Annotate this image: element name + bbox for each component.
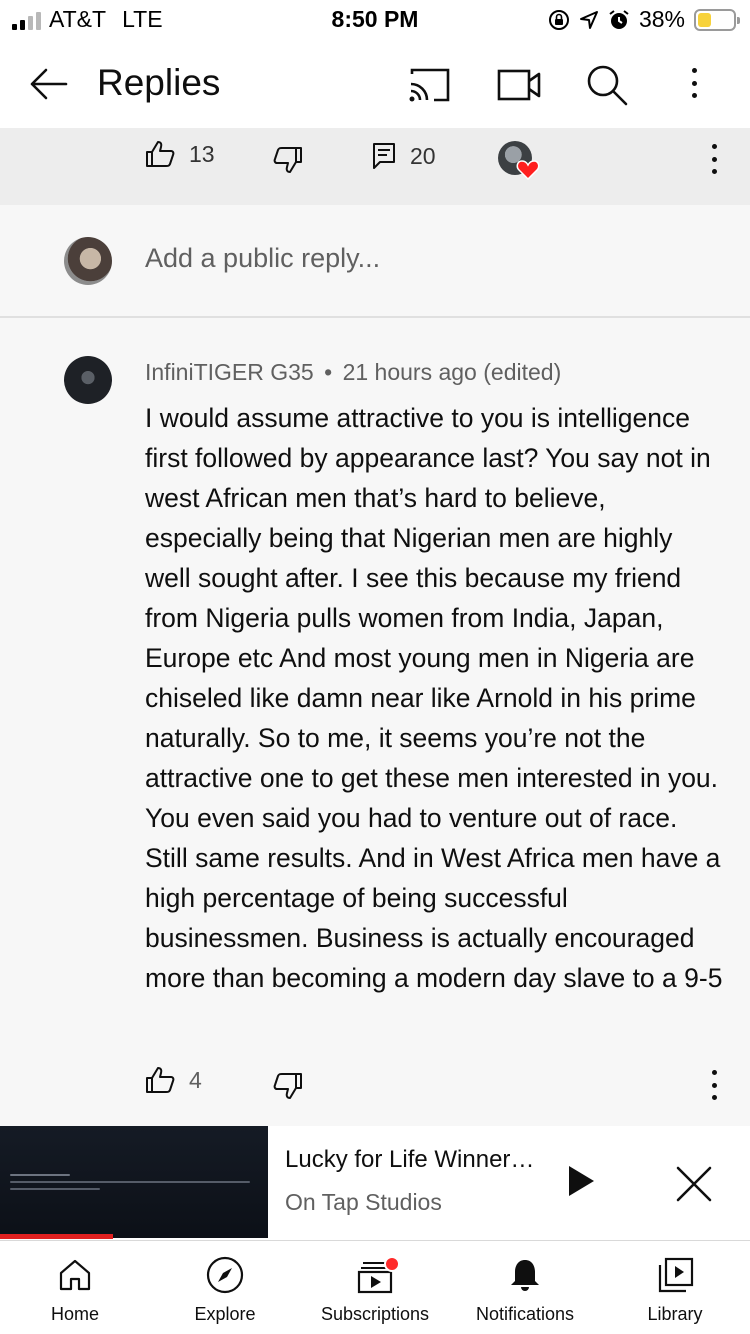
- thumbs-down-icon: [273, 1073, 302, 1099]
- parent-dislike-button[interactable]: [273, 146, 303, 174]
- nav-explore[interactable]: Explore: [150, 1241, 300, 1334]
- nav-subscriptions-label: Subscriptions: [320, 1304, 430, 1324]
- play-icon[interactable]: [566, 1164, 596, 1198]
- comment-like-button[interactable]: 4: [145, 1066, 202, 1094]
- parent-comment-options-icon[interactable]: [704, 144, 724, 174]
- nav-home[interactable]: Home: [0, 1241, 150, 1334]
- location-icon: [579, 10, 598, 29]
- thumbs-up-icon: [146, 141, 175, 167]
- page-title: Replies: [97, 62, 221, 103]
- parent-comment-actions: 13 20: [0, 128, 750, 205]
- compass-icon: [206, 1256, 244, 1294]
- parent-like-button[interactable]: 13: [145, 140, 215, 168]
- cast-icon[interactable]: [406, 62, 452, 108]
- nav-library[interactable]: Library: [600, 1241, 750, 1334]
- mini-player-channel[interactable]: On Tap Studios: [285, 1189, 442, 1216]
- comment-author-avatar[interactable]: [64, 356, 112, 404]
- meta-separator: •: [324, 359, 333, 385]
- playback-progress-bar[interactable]: [0, 1234, 113, 1239]
- nav-explore-label: Explore: [194, 1304, 256, 1324]
- app-bar: Replies: [0, 40, 750, 128]
- comment-options-icon[interactable]: [704, 1070, 724, 1100]
- comment-icon: [373, 143, 395, 169]
- nav-notifications[interactable]: Notifications: [450, 1241, 600, 1334]
- bell-icon: [511, 1260, 539, 1291]
- home-icon: [59, 1259, 91, 1291]
- close-icon[interactable]: [672, 1162, 716, 1206]
- avatar: [64, 237, 112, 285]
- thumbs-up-icon: [146, 1067, 175, 1093]
- battery-percent: 38%: [638, 6, 685, 32]
- rotation-lock-icon: [548, 9, 569, 30]
- comment-like-count: 4: [189, 1066, 202, 1093]
- status-right: 38%: [548, 6, 740, 33]
- reply-input[interactable]: [145, 243, 705, 274]
- nav-home-label: Home: [50, 1304, 99, 1324]
- thumbs-down-icon: [273, 147, 302, 173]
- status-bar: AT&T LTE 8:50 PM 38%: [0, 0, 750, 40]
- search-icon[interactable]: [584, 62, 630, 108]
- parent-reply-count: 20: [410, 142, 436, 169]
- mini-player-title[interactable]: Lucky for Life Winner…: [285, 1146, 534, 1174]
- parent-replies-button[interactable]: 20: [372, 142, 436, 170]
- comment-author[interactable]: InfiniTIGER G35: [145, 359, 314, 385]
- comment-dislike-button[interactable]: [273, 1072, 303, 1100]
- nav-notifications-label: Notifications: [475, 1304, 575, 1324]
- alarm-icon: [609, 9, 629, 29]
- comment-meta: InfiniTIGER G35 • 21 hours ago (edited): [145, 359, 561, 386]
- reply-comment: InfiniTIGER G35 • 21 hours ago (edited) …: [0, 318, 750, 1126]
- parent-like-count: 13: [189, 140, 215, 167]
- mini-player-thumbnail[interactable]: [0, 1126, 268, 1238]
- reply-input-row: [0, 205, 750, 318]
- battery-icon: [694, 8, 740, 31]
- back-arrow-icon[interactable]: [26, 62, 70, 106]
- bottom-navigation: Home Explore Subscriptions Notifications…: [0, 1240, 750, 1334]
- comment-text: I would assume attractive to you is inte…: [145, 403, 723, 993]
- notification-dot: [384, 1256, 400, 1272]
- comment-time: 21 hours ago (edited): [342, 359, 562, 385]
- more-options-icon[interactable]: [684, 68, 704, 98]
- mini-player[interactable]: Lucky for Life Winner… On Tap Studios: [0, 1126, 750, 1240]
- library-icon: [658, 1257, 694, 1293]
- heart-icon: [516, 160, 540, 180]
- nav-subscriptions[interactable]: Subscriptions: [300, 1241, 450, 1334]
- video-camera-icon[interactable]: [496, 62, 542, 108]
- nav-library-label: Library: [647, 1304, 703, 1324]
